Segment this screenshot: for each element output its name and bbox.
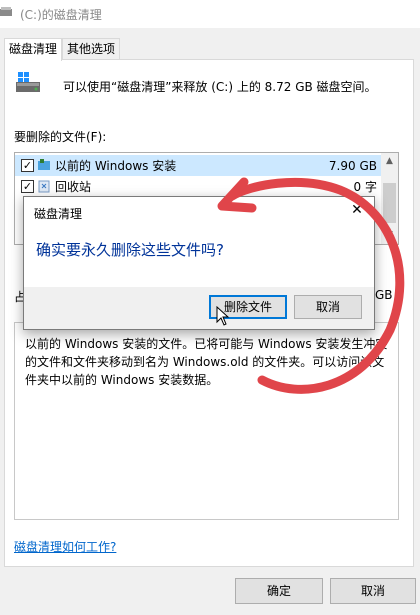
disk-cleanup-icon	[0, 7, 12, 16]
mouse-cursor-icon	[216, 306, 230, 326]
tab-more-options[interactable]: 其他选项	[62, 38, 121, 60]
scroll-down-icon[interactable]: ▼	[381, 227, 398, 244]
list-item[interactable]: ✓ 回收站 0 字	[15, 176, 383, 197]
scroll-thumb[interactable]	[383, 183, 396, 223]
drive-space-description: 可以使用“磁盘清理”来释放 (C:) 上的 8.72 GB 磁盘空间。	[63, 80, 377, 94]
description-text: 以前的 Windows 安装的文件。已将可能与 Windows 安装发生冲突的文…	[25, 337, 388, 387]
files-to-delete-label: 要删除的文件(F):	[14, 130, 107, 144]
checkbox[interactable]: ✓	[21, 159, 34, 172]
file-name: 回收站	[55, 180, 92, 194]
title-bar: (C:)的磁盘清理	[0, 0, 420, 28]
tab-strip: 磁盘清理 其他选项	[4, 38, 121, 61]
help-link[interactable]: 磁盘清理如何工作?	[14, 538, 116, 555]
dialog-cancel-button[interactable]: 取消	[294, 295, 362, 319]
confirm-dialog: 磁盘清理 ✕ 确实要永久删除这些文件吗? 删除文件 取消	[23, 196, 375, 330]
cancel-button[interactable]: 取消	[330, 578, 416, 604]
total-value: GB	[375, 288, 393, 302]
dialog-title: 磁盘清理	[34, 207, 83, 221]
checkbox[interactable]: ✓	[21, 180, 34, 193]
list-item[interactable]: ✓ 以前的 Windows 安装 7.90 GB	[15, 155, 383, 176]
file-size: 7.90 GB	[328, 158, 377, 173]
file-name: 以前的 Windows 安装	[55, 159, 177, 173]
window-title: (C:)的磁盘清理	[20, 8, 102, 22]
file-size: 0 字	[353, 180, 377, 194]
scroll-up-icon[interactable]: ▲	[381, 153, 398, 170]
tab-disk-cleanup[interactable]: 磁盘清理	[4, 38, 63, 61]
close-icon[interactable]: ✕	[348, 201, 366, 219]
recycle-bin-icon	[38, 180, 50, 193]
description-box: 以前的 Windows 安装的文件。已将可能与 Windows 安装发生冲突的文…	[14, 322, 399, 520]
scrollbar[interactable]: ▲ ▼	[381, 153, 398, 244]
ok-button[interactable]: 确定	[235, 578, 323, 604]
dialog-footer: 删除文件 取消	[24, 287, 374, 329]
windows-icon	[38, 159, 50, 170]
dialog-message: 确实要永久删除这些文件吗?	[36, 241, 224, 259]
drive-icon	[16, 72, 40, 92]
